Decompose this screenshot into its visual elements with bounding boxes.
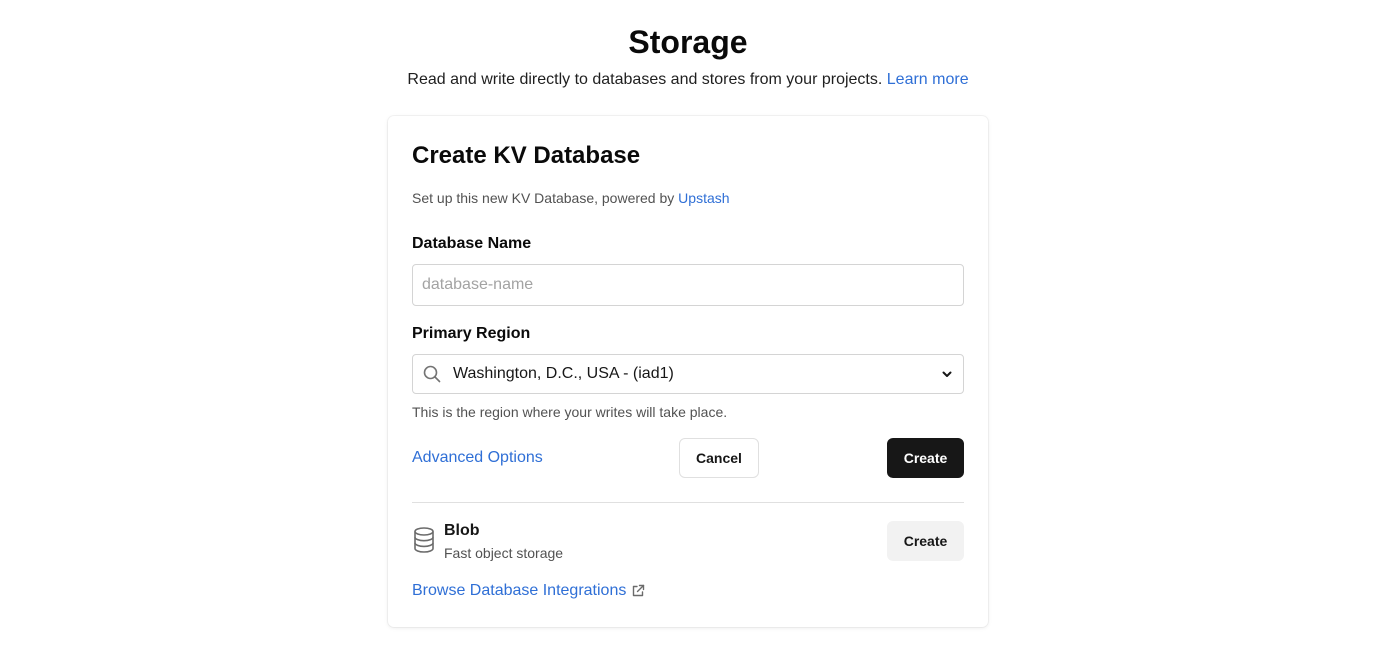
database-icon xyxy=(414,527,434,553)
upstash-link[interactable]: Upstash xyxy=(678,190,729,206)
card-title: Create KV Database xyxy=(412,142,641,169)
browse-integrations-label: Browse Database Integrations xyxy=(412,582,627,599)
subtitle-text: Read and write directly to databases and… xyxy=(407,71,883,88)
page-subtitle: Read and write directly to databases and… xyxy=(0,69,1376,91)
chevron-down-icon xyxy=(942,371,952,377)
create-kv-card: Create KV Database Set up this new KV Da… xyxy=(388,116,988,627)
storage-page: Storage Read and write directly to datab… xyxy=(0,0,1376,651)
blob-subtitle: Fast object storage xyxy=(444,545,564,561)
browse-integrations-link[interactable]: Browse Database Integrations xyxy=(412,580,645,602)
create-kv-button[interactable]: Create xyxy=(887,438,964,478)
external-link-icon xyxy=(633,584,645,597)
primary-region-select[interactable]: Washington, D.C., USA - (iad1) xyxy=(412,354,964,394)
cancel-button[interactable]: Cancel xyxy=(679,438,759,478)
divider xyxy=(412,502,964,503)
description-text: Set up this new KV Database, powered by xyxy=(412,190,675,206)
learn-more-link[interactable]: Learn more xyxy=(887,71,969,88)
blob-title: Blob xyxy=(444,522,480,539)
search-icon xyxy=(423,365,441,383)
region-helper-text: This is the region where your writes wil… xyxy=(412,404,728,420)
card-description: Set up this new KV Database, powered by … xyxy=(412,188,730,208)
database-name-input[interactable] xyxy=(412,264,964,306)
advanced-options-link[interactable]: Advanced Options xyxy=(412,447,543,469)
page-title: Storage xyxy=(628,24,748,60)
primary-region-label: Primary Region xyxy=(412,325,531,342)
create-blob-button[interactable]: Create xyxy=(887,521,964,561)
primary-region-value: Washington, D.C., USA - (iad1) xyxy=(453,365,674,382)
database-name-label: Database Name xyxy=(412,235,532,252)
